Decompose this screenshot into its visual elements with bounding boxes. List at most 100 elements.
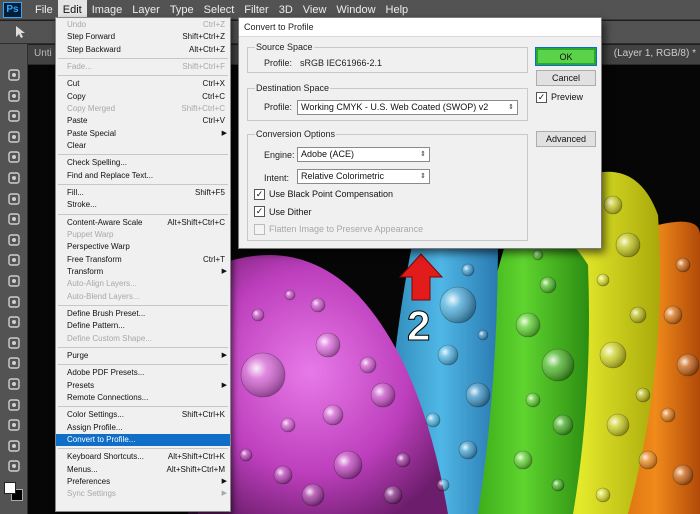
menu-item-shortcut: Ctrl+V (202, 116, 225, 126)
menu-item-label: Find and Replace Text... (67, 170, 154, 180)
source-profile-value: sRGB IEC61966-2.1 (300, 58, 383, 68)
preview-checkbox[interactable]: ✓ (536, 92, 547, 103)
menu-item-label: Perspective Warp (67, 242, 130, 252)
menu-separator (58, 213, 228, 215)
submenu-arrow-icon: ▶ (221, 129, 227, 137)
menu-item-free-transform[interactable]: Free Transform Ctrl+T (56, 254, 230, 266)
menu-item-label: Fade... (67, 61, 92, 71)
submenu-arrow-icon: ▶ (221, 267, 227, 275)
menu-item-shortcut: Alt+Shift+Ctrl+K (167, 452, 225, 462)
menu-item-paste[interactable]: Paste Ctrl+V (56, 115, 230, 127)
menu-item-clear[interactable]: Clear (56, 140, 230, 152)
arrow-up-icon (398, 253, 444, 301)
menu-item-convert-to-profile[interactable]: Convert to Profile... (56, 433, 230, 446)
menu-item-label: Keyboard Shortcuts... (67, 452, 144, 462)
menu-item-paste-special[interactable]: Paste Special ▶ (56, 128, 230, 140)
menu-item-check-spelling[interactable]: Check Spelling... (56, 157, 230, 169)
menu-item-auto-align-layers: Auto-Align Layers... (56, 278, 230, 290)
menu-item-find-and-replace-text[interactable]: Find and Replace Text... (56, 170, 230, 182)
menu-item-stroke[interactable]: Stroke... (56, 199, 230, 211)
cancel-button[interactable]: Cancel (536, 70, 596, 86)
black-point-checkbox[interactable]: ✓ (254, 189, 265, 200)
flatten-checkbox (254, 224, 265, 235)
submenu-arrow-icon: ▶ (221, 351, 227, 359)
submenu-arrow-icon: ▶ (221, 477, 227, 485)
dither-checkbox[interactable]: ✓ (254, 206, 265, 217)
menu-item-label: Color Settings... (67, 410, 124, 420)
menu-item-remote-connections[interactable]: Remote Connections... (56, 392, 230, 404)
menu-separator (58, 75, 228, 77)
menu-separator (58, 183, 228, 185)
menu-item-label: Menus... (67, 464, 98, 474)
dither-label: Use Dither (269, 207, 312, 217)
select-arrows-icon: ⇕ (420, 173, 426, 180)
menu-item-shortcut: Ctrl+T (203, 254, 225, 264)
menu-separator (58, 364, 228, 366)
menu-item-label: Fill... (67, 187, 84, 197)
menu-item-auto-blend-layers: Auto-Blend Layers... (56, 291, 230, 303)
menu-item-label: Purge (67, 350, 89, 360)
source-space-title: Source Space (255, 42, 314, 52)
engine-value: Adobe (ACE) (301, 149, 355, 159)
menu-item-label: Define Pattern... (67, 321, 125, 331)
destination-profile-value: Working CMYK - U.S. Web Coated (SWOP) v2 (301, 102, 489, 112)
convert-to-profile-dialog: Convert to Profile Source Space Profile:… (238, 17, 602, 249)
menu-item-define-pattern[interactable]: Define Pattern... (56, 320, 230, 332)
menu-item-keyboard-shortcuts[interactable]: Keyboard Shortcuts... Alt+Shift+Ctrl+K (56, 451, 230, 463)
menu-item-step-backward[interactable]: Step Backward Alt+Ctrl+Z (56, 44, 230, 56)
menu-item-label: Define Brush Preset... (67, 308, 146, 318)
dialog-title: Convert to Profile (239, 18, 601, 37)
menu-item-sync-settings: Sync Settings ▶ (56, 488, 230, 500)
menu-item-shortcut: Shift+Ctrl+K (181, 410, 225, 420)
menu-item-content-aware-scale[interactable]: Content-Aware Scale Alt+Shift+Ctrl+C (56, 217, 230, 229)
destination-profile-select[interactable]: Working CMYK - U.S. Web Coated (SWOP) v2… (297, 100, 518, 115)
menu-item-label: Puppet Warp (67, 229, 114, 239)
menu-item-menus[interactable]: Menus... Alt+Shift+Ctrl+M (56, 464, 230, 476)
menu-separator (58, 304, 228, 306)
engine-select[interactable]: Adobe (ACE) ⇕ (297, 147, 430, 162)
menu-item-shortcut: Shift+Ctrl+F (182, 61, 225, 71)
menu-item-copy[interactable]: Copy Ctrl+C (56, 91, 230, 103)
select-arrows-icon: ⇕ (508, 104, 514, 111)
menu-item-adobe-pdf-presets[interactable]: Adobe PDF Presets... (56, 367, 230, 379)
menu-item-define-custom-shape: Define Custom Shape... (56, 333, 230, 345)
menu-separator (58, 406, 228, 408)
menu-item-label: Presets (67, 380, 95, 390)
menu-item-cut[interactable]: Cut Ctrl+X (56, 78, 230, 90)
menu-item-label: Clear (67, 140, 87, 150)
menu-item-presets[interactable]: Presets ▶ (56, 380, 230, 392)
menu-item-label: Cut (67, 79, 80, 89)
menu-item-label: Auto-Blend Layers... (67, 291, 140, 301)
menu-item-preferences[interactable]: Preferences ▶ (56, 476, 230, 488)
menu-item-label: Step Backward (67, 44, 121, 54)
intent-select[interactable]: Relative Colorimetric ⇕ (297, 169, 430, 184)
menu-item-assign-profile[interactable]: Assign Profile... (56, 422, 230, 434)
ok-button[interactable]: OK (535, 47, 597, 66)
menu-item-shortcut: Shift+F5 (194, 187, 225, 197)
menu-item-define-brush-preset[interactable]: Define Brush Preset... (56, 308, 230, 320)
menu-item-label: Copy Merged (67, 103, 116, 113)
preview-label: Preview (551, 92, 584, 102)
select-arrows-icon: ⇕ (420, 151, 426, 158)
menu-item-shortcut: Ctrl+X (202, 79, 225, 89)
menu-item-fill[interactable]: Fill... Shift+F5 (56, 187, 230, 199)
menu-item-perspective-warp[interactable]: Perspective Warp (56, 241, 230, 253)
menu-item-label: Preferences (67, 476, 111, 486)
destination-space-title: Destination Space (255, 83, 331, 93)
menu-item-color-settings[interactable]: Color Settings... Shift+Ctrl+K (56, 409, 230, 421)
menu-item-transform[interactable]: Transform ▶ (56, 266, 230, 278)
menu-item-step-forward[interactable]: Step Forward Shift+Ctrl+Z (56, 31, 230, 43)
black-point-label: Use Black Point Compensation (269, 189, 394, 199)
menu-item-label: Stroke... (67, 200, 97, 210)
submenu-arrow-icon: ▶ (221, 381, 227, 389)
submenu-arrow-icon: ▶ (221, 490, 227, 498)
destination-profile-label: Profile: (264, 102, 293, 112)
menu-item-shortcut: Alt+Shift+Ctrl+C (167, 217, 225, 227)
menu-separator (58, 448, 228, 450)
menu-item-label: Transform (67, 266, 104, 276)
menu-item-label: Assign Profile... (67, 422, 123, 432)
menu-item-label: Define Custom Shape... (67, 333, 152, 343)
menu-item-shortcut: Shift+Ctrl+C (181, 103, 225, 113)
advanced-button[interactable]: Advanced (536, 131, 596, 147)
menu-item-purge[interactable]: Purge ▶ (56, 350, 230, 362)
